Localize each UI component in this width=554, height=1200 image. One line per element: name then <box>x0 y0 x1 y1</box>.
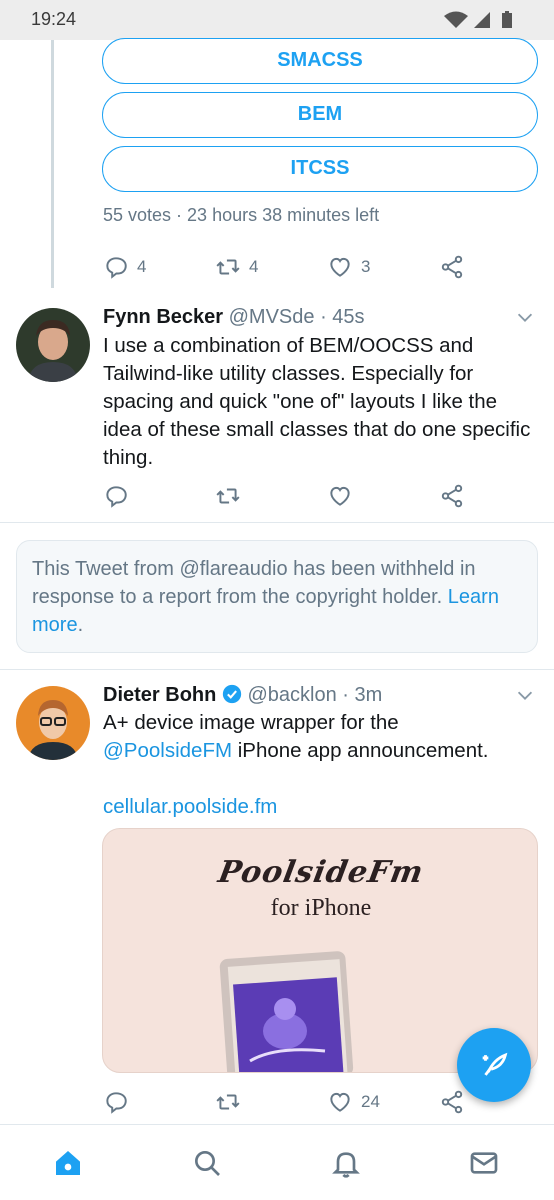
like-icon <box>330 257 350 277</box>
tweet-text-start: A+ device image wrapper for the <box>103 711 399 734</box>
search-icon[interactable] <box>191 1147 223 1179</box>
avatar-image <box>16 308 90 382</box>
bell-icon[interactable] <box>330 1147 362 1179</box>
reply-button[interactable] <box>103 1087 129 1117</box>
poll-option-bem[interactable]: BEM <box>102 92 538 138</box>
tweet-time: · 45s <box>320 306 365 328</box>
poll-option-itcss[interactable]: ITCSS <box>102 146 538 192</box>
poll-option-smacss[interactable]: SMACSS <box>102 38 538 84</box>
author-handle[interactable]: @MVSde <box>229 306 315 328</box>
home-icon[interactable] <box>52 1147 84 1179</box>
author-name[interactable]: Dieter Bohn <box>103 684 216 706</box>
mail-icon[interactable] <box>468 1147 500 1179</box>
retweet-button[interactable] <box>215 1087 241 1117</box>
like-icon <box>330 486 350 506</box>
status-bar: 19:24 <box>0 0 554 40</box>
author-name[interactable]: Fynn Becker <box>103 306 223 328</box>
share-button[interactable] <box>439 1087 465 1117</box>
thread-line <box>51 40 54 288</box>
tweet-actions: 24 <box>103 1087 473 1117</box>
tweet-text: A+ device image wrapper for the @Poolsid… <box>103 709 533 765</box>
bottom-nav <box>0 1124 554 1200</box>
compose-feather-icon <box>482 1052 508 1076</box>
share-icon <box>441 255 463 279</box>
tweet-url-link[interactable]: cellular.poolside.fm <box>103 793 533 821</box>
tweet-header: Fynn Becker @MVSde · 45s <box>103 306 365 329</box>
share-button[interactable] <box>439 252 465 282</box>
share-icon <box>441 1090 463 1114</box>
wifi-icon <box>444 11 468 28</box>
divider <box>0 669 554 670</box>
like-count: 3 <box>361 257 371 276</box>
reply-button[interactable]: 4 <box>103 252 146 282</box>
retweet-icon <box>216 1094 240 1110</box>
retweet-icon <box>216 488 240 504</box>
like-button[interactable]: 3 <box>327 252 370 282</box>
retweet-button[interactable] <box>215 481 241 511</box>
status-time: 19:24 <box>31 9 77 29</box>
phone-mockup-image <box>219 951 354 1072</box>
withheld-notice: This Tweet from @flareaudio has been wit… <box>16 540 538 653</box>
verified-badge-icon <box>222 684 242 704</box>
author-handle[interactable]: @backlon <box>247 684 336 706</box>
retweet-button[interactable]: 4 <box>215 252 258 282</box>
card-logo: PoolsideFm <box>215 855 427 890</box>
withheld-text: This Tweet from @flareaudio has been wit… <box>32 558 476 608</box>
tweet-time: · 3m <box>342 684 383 706</box>
tweet-text: I use a combination of BEM/OOCSS and Tai… <box>103 334 531 469</box>
compose-tweet-button[interactable] <box>457 1028 531 1102</box>
tweet-actions <box>103 481 473 511</box>
retweet-count: 4 <box>249 257 259 276</box>
card-subtitle: for iPhone <box>270 895 372 921</box>
avatar-fynn-becker[interactable] <box>16 308 90 382</box>
avatar-image <box>16 686 90 760</box>
like-button[interactable]: 24 <box>327 1087 380 1117</box>
chevron-down-icon[interactable] <box>514 306 536 328</box>
like-count: 24 <box>361 1092 380 1111</box>
reply-button[interactable] <box>103 481 129 511</box>
battery-icon <box>502 13 512 28</box>
divider <box>0 522 554 523</box>
share-icon <box>441 484 463 508</box>
reply-icon <box>106 1092 127 1114</box>
retweet-icon <box>216 259 240 275</box>
status-icons <box>444 11 512 28</box>
reply-icon <box>106 486 127 508</box>
reply-count: 4 <box>137 257 147 276</box>
tweet-text-end: iPhone app announcement. <box>232 739 489 762</box>
poll-tweet-actions: 4 4 3 <box>103 252 473 282</box>
chevron-down-icon[interactable] <box>514 684 536 706</box>
mention-link[interactable]: @PoolsideFM <box>103 739 232 762</box>
reply-icon <box>106 257 127 279</box>
poll-meta: 55 votes · 23 hours 38 minutes left <box>103 205 380 225</box>
like-button[interactable] <box>327 481 353 511</box>
signal-icon <box>474 12 490 28</box>
share-button[interactable] <box>439 481 465 511</box>
like-icon <box>330 1092 350 1112</box>
tweet-header: Dieter Bohn @backlon · 3m <box>103 684 382 707</box>
avatar-dieter-bohn[interactable] <box>16 686 90 760</box>
withheld-suffix: . <box>77 614 84 636</box>
